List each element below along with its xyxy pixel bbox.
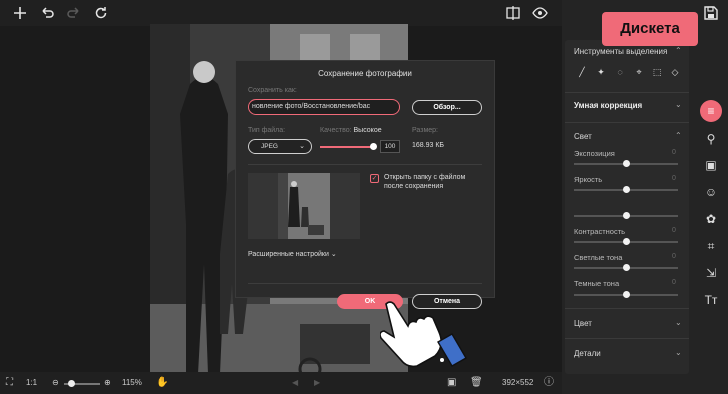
save-as-label: Сохранить как: [248, 87, 297, 94]
hand-pointer-icon [379, 300, 470, 370]
eraser-icon[interactable]: ◇ [670, 67, 680, 77]
text-icon[interactable]: Tт [702, 291, 720, 309]
file-type-select[interactable]: JPEG ⌄ [248, 139, 312, 154]
adjustments-icon[interactable]: ≡ [700, 100, 722, 122]
quality-slider-knob[interactable] [370, 143, 377, 150]
size-value: 168.93 КБ [412, 142, 445, 149]
undo-icon[interactable] [38, 4, 56, 22]
slider-label: Светлые тона [574, 253, 623, 262]
slider-value: 0 [672, 175, 676, 182]
divider [248, 164, 482, 165]
save-diskette-icon[interactable] [702, 4, 720, 22]
divider [565, 92, 689, 93]
open-folder-checkbox[interactable]: ✓ [370, 174, 379, 183]
size-label: Размер: [412, 127, 439, 134]
chevron-up-icon[interactable]: ⌃ [675, 131, 682, 140]
slider-value: 0 [672, 253, 676, 260]
app-window: Сохранение фотографии Сохранить как: нов… [0, 0, 728, 394]
prev-icon[interactable]: ◀ [292, 376, 298, 390]
slider-knob[interactable] [623, 238, 630, 245]
polygon-lasso-icon[interactable]: ⌖ [634, 67, 644, 77]
next-icon[interactable]: ▶ [314, 376, 320, 390]
zoom-slider-knob[interactable] [68, 380, 75, 387]
eye-icon[interactable] [531, 4, 549, 22]
advanced-settings-toggle[interactable]: Расширенные настройки ⌄ [248, 250, 337, 258]
quality-slider[interactable] [320, 146, 374, 148]
open-folder-label: Открыть папку с файлом после сохранения [384, 174, 466, 190]
redo-icon[interactable] [65, 4, 83, 22]
ratio-button[interactable]: 1:1 [26, 376, 37, 390]
fit-screen-icon[interactable]: ⛶ [6, 376, 13, 390]
dialog-title: Сохранение фотографии [318, 69, 412, 78]
save-path-input[interactable]: новление фото/Восстановление/bac [248, 99, 400, 115]
top-toolbar [0, 0, 562, 26]
chevron-down-icon[interactable]: ⌄ [675, 100, 682, 109]
slider-label: Контрастность [574, 227, 626, 236]
browse-button[interactable]: Обзор... [412, 100, 482, 115]
quality-label: Качество: Высокое [320, 127, 382, 134]
crop-icon[interactable]: ⌗ [702, 237, 720, 255]
magic-wand-icon[interactable]: ✦ [596, 67, 606, 77]
face-icon[interactable]: ☺ [702, 183, 720, 201]
details-title[interactable]: Детали [574, 349, 601, 358]
slider-knob[interactable] [623, 186, 630, 193]
image-edit-icon[interactable]: ▣ [702, 156, 720, 174]
chevron-down-icon: ⌄ [330, 251, 337, 258]
trash-icon[interactable]: 🗑 [470, 376, 483, 390]
save-photo-dialog: Сохранение фотографии Сохранить как: нов… [235, 60, 495, 298]
color-title[interactable]: Цвет [574, 319, 592, 328]
thumbnail-preview [248, 173, 360, 239]
divider [565, 308, 689, 309]
quality-value[interactable]: 100 [380, 140, 400, 153]
compare-icon[interactable] [504, 4, 522, 22]
slider-knob[interactable] [623, 160, 630, 167]
slider-value: 0 [672, 227, 676, 234]
lasso-icon[interactable]: ◌ [615, 67, 625, 77]
image-dimensions: 392×552 [502, 378, 534, 387]
selection-tools-title[interactable]: Инструменты выделения [574, 47, 667, 56]
advanced-settings-label: Расширенные настройки [248, 251, 329, 258]
chevron-down-icon[interactable]: ⌄ [675, 348, 682, 357]
chevron-down-icon: ⌄ [299, 143, 305, 150]
slider-value: 0 [672, 149, 676, 156]
resize-icon[interactable]: ⇲ [702, 264, 720, 282]
file-type-value: JPEG [261, 143, 278, 150]
divider [565, 338, 689, 339]
slider-knob[interactable] [623, 291, 630, 298]
smart-correction-title[interactable]: Умная коррекция [574, 101, 642, 110]
light-title[interactable]: Свет [574, 132, 592, 141]
diskette-badge: Дискета [602, 12, 698, 46]
slider-label: Темные тона [574, 279, 620, 288]
quality-label-text: Качество: [320, 127, 352, 134]
chevron-up-icon[interactable]: ⌃ [675, 46, 682, 55]
brush-icon[interactable]: ╱ [577, 67, 587, 77]
slider-knob[interactable] [623, 264, 630, 271]
slider-value: 0 [672, 279, 676, 286]
bottom-toolbar: ⛶ 1:1 ⊖ ⊕ 115% ✋ ◀ ▶ ▣ 🗑 392×552 ⓘ [0, 372, 562, 394]
slider-knob[interactable] [623, 212, 630, 219]
stamp-icon[interactable]: ⚲ [702, 130, 720, 148]
quality-level: Высокое [353, 127, 382, 134]
divider [248, 283, 482, 284]
refresh-icon[interactable] [92, 4, 110, 22]
zoom-level: 115% [122, 378, 142, 387]
plus-icon[interactable] [11, 4, 29, 22]
info-icon[interactable]: ⓘ [544, 376, 554, 390]
zoom-out-icon[interactable]: ⊖ [52, 376, 59, 390]
file-type-label: Тип файла: [248, 127, 286, 134]
side-toolbar: ≡ ⚲ ▣ ☺ ✿ ⌗ ⇲ Tт [694, 0, 728, 394]
hand-tool-icon[interactable]: ✋ [156, 376, 168, 390]
slider-label: Яркость [574, 175, 603, 184]
zoom-in-icon[interactable]: ⊕ [104, 376, 111, 390]
color-circles-icon[interactable]: ✿ [702, 210, 720, 228]
slider-label: Экспозиция [574, 149, 615, 158]
rect-select-icon[interactable]: ⬚ [652, 67, 662, 77]
chevron-down-icon[interactable]: ⌄ [675, 318, 682, 327]
image-icon[interactable]: ▣ [447, 376, 456, 390]
divider [565, 122, 689, 123]
